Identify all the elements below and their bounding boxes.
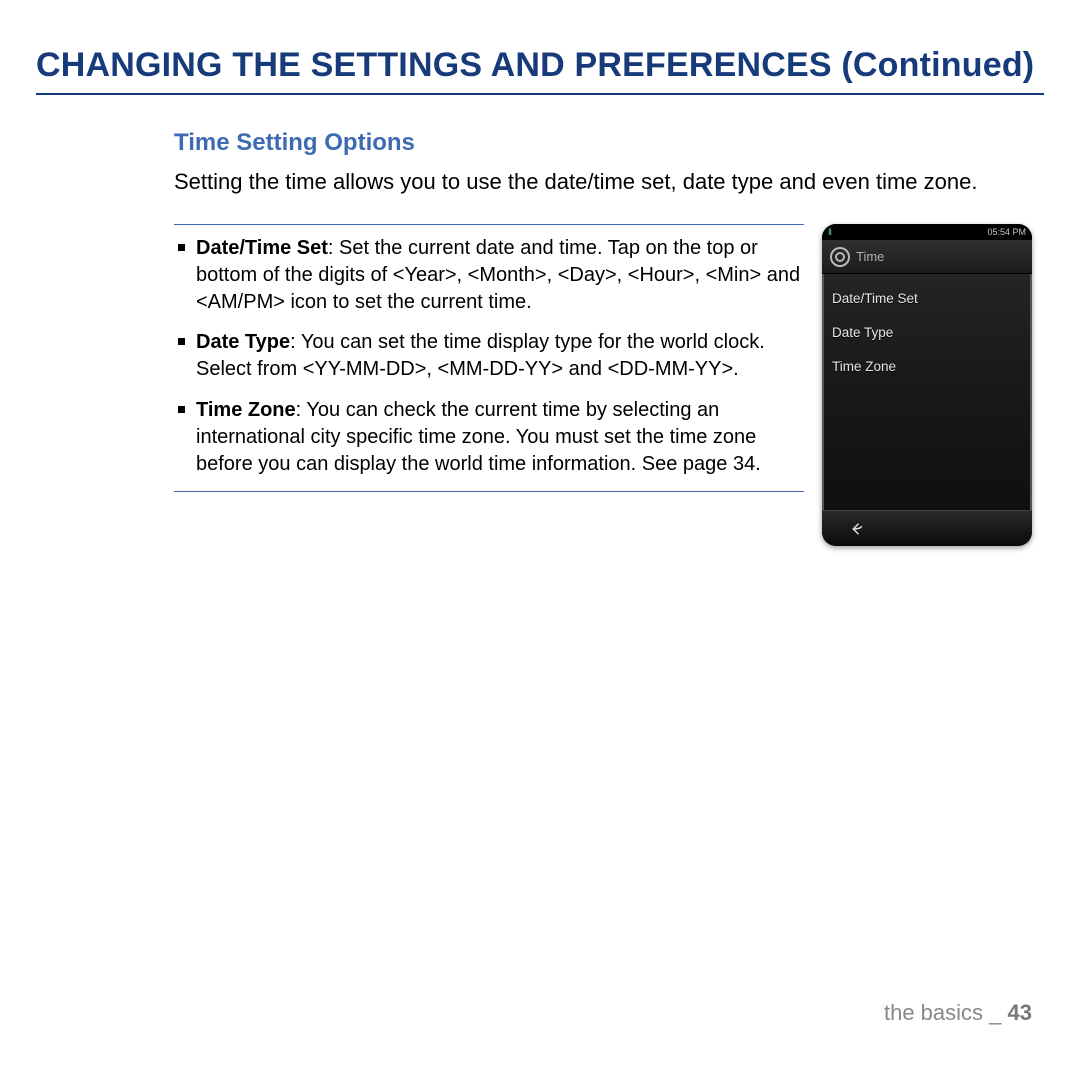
two-column-row: Date/Time Set: Set the current date and … (174, 214, 1044, 546)
device-header-label: Time (856, 249, 884, 264)
list-term: Date Type (196, 331, 290, 353)
device-menu: Date/Time Set Date Type Time Zone (822, 274, 1032, 392)
list-item: Date/Time Set: Set the current date and … (174, 235, 804, 315)
gear-icon (830, 247, 850, 267)
page-footer: the basics _ 43 (884, 1000, 1032, 1026)
footer-page-number: 43 (1008, 1000, 1032, 1025)
back-icon[interactable] (848, 520, 866, 538)
device-clock: 05:54 PM (987, 227, 1026, 237)
footer-separator: _ (983, 1000, 1007, 1025)
device-menu-item[interactable]: Date Type (832, 316, 1022, 350)
footer-section: the basics (884, 1000, 983, 1025)
intro-paragraph: Setting the time allows you to use the d… (174, 167, 1044, 196)
device-screenshot: II 05:54 PM Time Date/Time Set Date Type… (822, 224, 1032, 546)
divider-bottom (174, 491, 804, 492)
device-header: Time (822, 240, 1032, 274)
section-heading: Time Setting Options (174, 129, 1044, 157)
list-item: Date Type: You can set the time display … (174, 329, 804, 383)
page-title: CHANGING THE SETTINGS AND PREFERENCES (C… (36, 46, 1044, 95)
device-menu-item[interactable]: Date/Time Set (832, 282, 1022, 316)
list-term: Time Zone (196, 399, 296, 421)
list-term: Date/Time Set (196, 237, 328, 259)
bullet-column: Date/Time Set: Set the current date and … (174, 224, 804, 500)
device-status-bar: II 05:54 PM (822, 224, 1032, 240)
list-item: Time Zone: You can check the current tim… (174, 397, 804, 477)
device-menu-item[interactable]: Time Zone (832, 350, 1022, 384)
content-area: Time Setting Options Setting the time al… (36, 129, 1044, 546)
pause-icon: II (828, 227, 831, 237)
device-bottom-bar (822, 510, 1032, 546)
